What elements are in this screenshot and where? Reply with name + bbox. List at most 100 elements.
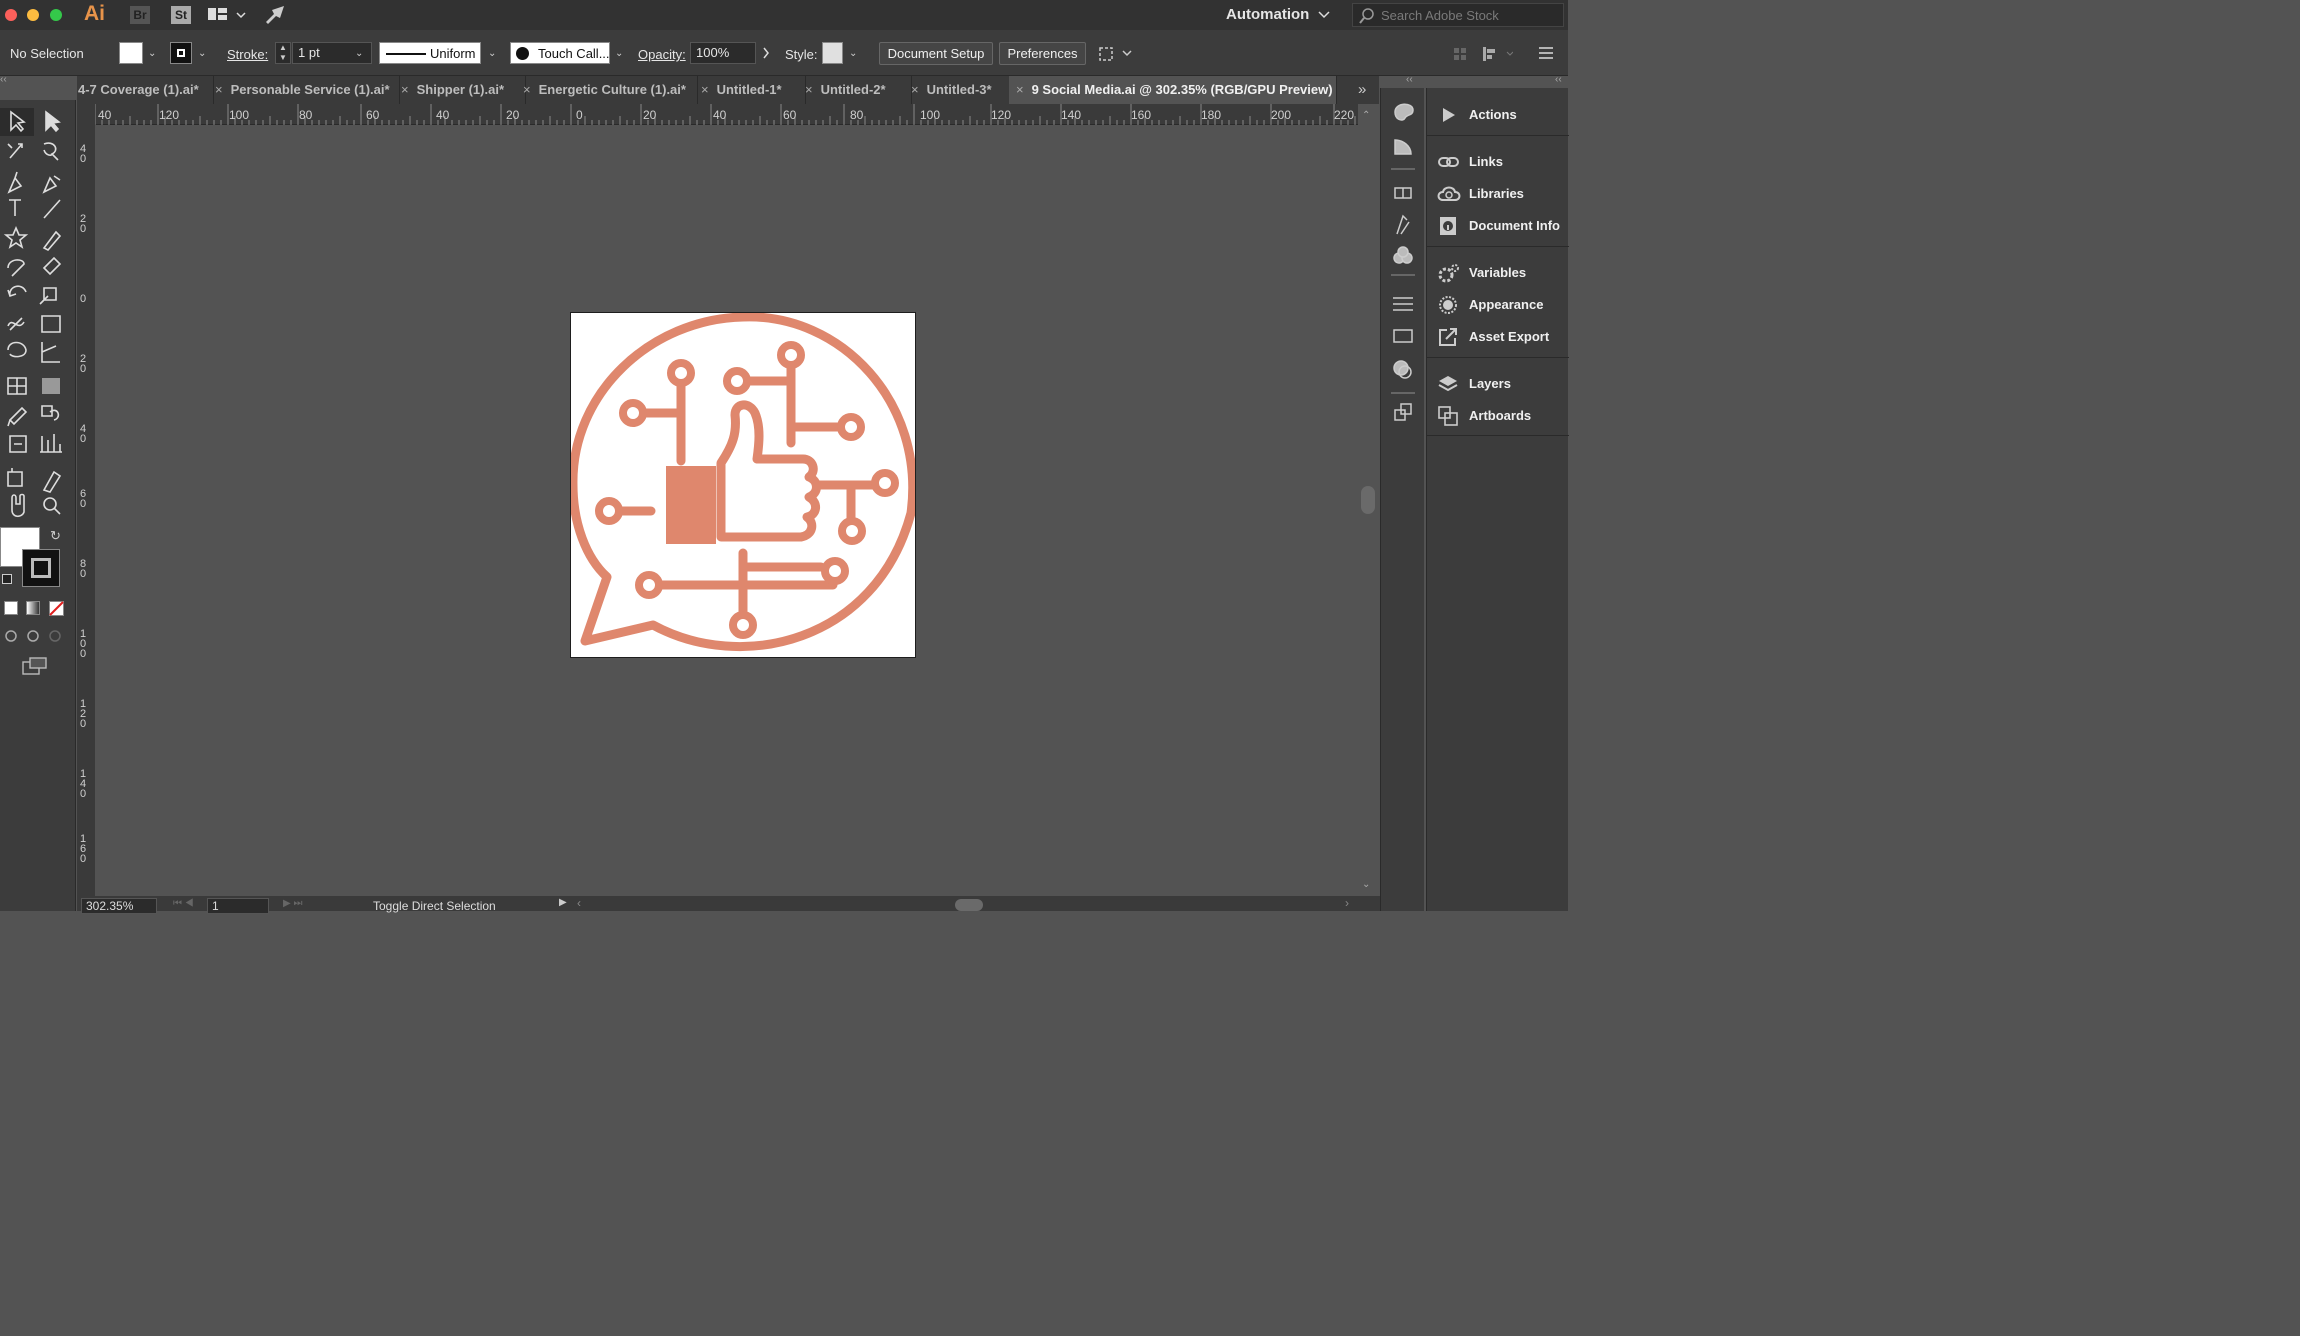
draw-mode-icons[interactable] xyxy=(5,629,65,643)
tab-document[interactable]: × Personable Service (1).ai* xyxy=(213,76,400,104)
chevron-down-icon[interactable]: ⌄ xyxy=(148,48,156,59)
maximize-window-button[interactable] xyxy=(50,9,62,21)
horizontal-ruler: 40 120 100 80 60 40 20 0 20 40 60 80 100 120 140 160 180… xyxy=(95,104,1358,125)
brush-dot-icon xyxy=(516,47,529,60)
close-tab-icon[interactable]: × xyxy=(523,82,531,97)
close-tab-icon[interactable]: × xyxy=(401,82,409,97)
scroll-left-icon[interactable]: ‹ xyxy=(577,896,581,910)
close-window-button[interactable] xyxy=(5,9,17,21)
panel-document-info[interactable]: Document Info xyxy=(1427,210,1569,242)
scroll-up-icon[interactable]: ⌃ xyxy=(1362,110,1370,121)
ruler-tick-label: 200 xyxy=(1271,108,1292,122)
arrange-documents-icon[interactable] xyxy=(208,7,248,23)
collapse-toolbar-icon[interactable]: ‹‹ xyxy=(0,74,7,85)
status-text[interactable]: Toggle Direct Selection xyxy=(373,899,496,913)
artboard-nav-first-prev-icon[interactable]: ⏮ ◀ xyxy=(173,898,194,909)
chevron-down-icon[interactable]: ⌄ xyxy=(849,48,857,59)
workspace-switcher[interactable]: Automation xyxy=(1226,6,1309,23)
tab-document-active[interactable]: × 9 Social Media.ai @ 302.35% (RGB/GPU Pr… xyxy=(1009,76,1337,104)
profile-label: Uniform xyxy=(430,46,476,61)
opacity-label[interactable]: Opacity: xyxy=(638,47,686,62)
ruler-tick-label: 40 xyxy=(80,423,87,445)
close-tab-icon[interactable]: × xyxy=(215,82,223,97)
gradient-mode-icon[interactable] xyxy=(26,601,40,615)
document-tabs: 4-7 Coverage (1).ai* × Personable Service… xyxy=(77,76,1379,104)
panel-icon-strip xyxy=(1380,88,1424,911)
panel-actions[interactable]: Actions xyxy=(1427,99,1569,131)
ruler-tick-label: 120 xyxy=(159,108,180,122)
panel-libraries[interactable]: Libraries xyxy=(1427,178,1569,210)
brush-definition[interactable]: Touch Call... xyxy=(510,42,610,64)
default-colors-icon[interactable] xyxy=(2,574,12,584)
stock-button[interactable]: St xyxy=(171,6,191,24)
swap-colors-icon[interactable]: ↻ xyxy=(50,528,61,544)
control-bar-menu-icon[interactable] xyxy=(1538,46,1554,60)
stroke-swatch[interactable] xyxy=(170,42,192,64)
tab-document[interactable]: × Energetic Culture (1).ai* xyxy=(521,76,698,104)
chevron-down-icon[interactable]: ⌄ xyxy=(488,48,496,59)
document-setup-button[interactable]: Document Setup xyxy=(879,42,993,65)
fill-swatch[interactable] xyxy=(119,42,143,64)
color-mode-icon[interactable] xyxy=(4,601,18,615)
vertical-scrollbar[interactable]: ⌃ ⌄ xyxy=(1358,104,1380,896)
panel-variables[interactable]: Variables xyxy=(1427,257,1569,289)
social-media-thumbs-up-icon[interactable] xyxy=(568,312,918,657)
artboard-nav-next-last-icon[interactable]: ▶ ⏭ xyxy=(283,898,302,909)
chevron-down-icon[interactable]: ⌄ xyxy=(198,48,206,59)
ruler-origin[interactable] xyxy=(77,104,95,125)
close-tab-icon[interactable]: × xyxy=(701,82,709,97)
minimize-window-button[interactable] xyxy=(27,9,39,21)
tab-document[interactable]: × Untitled-3* xyxy=(905,76,1016,104)
stock-search-input[interactable]: Search Adobe Stock xyxy=(1352,3,1564,27)
tab-label: Untitled-2* xyxy=(820,82,886,97)
close-tab-icon[interactable]: × xyxy=(911,82,919,97)
panel-asset-export[interactable]: Asset Export xyxy=(1427,321,1569,353)
status-menu-icon[interactable]: ▶ xyxy=(559,897,567,908)
variable-width-profile[interactable]: Uniform xyxy=(379,42,481,64)
tab-document[interactable]: × Shipper (1).ai* xyxy=(397,76,526,104)
ruler-tick-label: 100 xyxy=(229,108,250,122)
align-icon[interactable] xyxy=(1453,45,1513,63)
layers-icon xyxy=(1437,373,1459,395)
panel-links[interactable]: Links xyxy=(1427,146,1569,178)
bridge-button[interactable]: Br xyxy=(130,6,150,24)
stroke-stepper[interactable]: ▲ ▼ xyxy=(275,42,291,64)
status-bar: 302.35% ⏮ ◀ 1 ▶ ⏭ Toggle Direct Selectio… xyxy=(77,896,1380,914)
zoom-field[interactable]: 302.35% xyxy=(81,898,157,914)
chevron-down-icon[interactable] xyxy=(1318,10,1330,20)
graphic-style-swatch[interactable] xyxy=(822,42,843,64)
artboard-number-field[interactable]: 1 xyxy=(207,898,269,914)
chevron-down-icon[interactable]: ⌄ xyxy=(615,48,623,59)
collapse-iconstrip-icon[interactable]: ‹‹ xyxy=(1406,74,1413,85)
close-tab-icon[interactable]: × xyxy=(805,82,813,97)
app-logo: Ai xyxy=(84,2,105,25)
tab-label: Shipper (1).ai* xyxy=(416,82,505,97)
ruler-tick-label: 80 xyxy=(299,108,313,122)
panel-artboards[interactable]: Artboards xyxy=(1427,400,1569,432)
opacity-field[interactable]: 100% xyxy=(690,42,756,64)
scroll-thumb[interactable] xyxy=(1361,486,1375,514)
horizontal-scroll-thumb[interactable] xyxy=(955,899,983,911)
chevron-down-icon[interactable]: ⌄ xyxy=(355,48,363,59)
gpu-performance-icon[interactable] xyxy=(264,4,288,26)
none-mode-icon[interactable] xyxy=(49,601,64,616)
tab-document[interactable]: × Untitled-2* xyxy=(799,76,912,104)
ruler-tick-label: 40 xyxy=(713,108,727,122)
tab-document[interactable]: × Untitled-1* xyxy=(695,76,806,104)
scroll-right-icon[interactable]: › xyxy=(1345,896,1349,910)
stroke-color-swatch[interactable] xyxy=(22,549,60,587)
tab-document[interactable]: 4-7 Coverage (1).ai* xyxy=(77,76,214,104)
ruler-tick-label: 120 xyxy=(80,698,87,730)
more-tabs-icon[interactable]: » xyxy=(1358,81,1366,98)
close-tab-icon[interactable]: × xyxy=(1016,82,1024,97)
panel-appearance[interactable]: Appearance xyxy=(1427,289,1569,321)
chevron-right-icon[interactable] xyxy=(762,47,770,59)
select-similar-icon[interactable] xyxy=(1097,45,1133,63)
stroke-label[interactable]: Stroke: xyxy=(227,47,268,62)
panel-layers[interactable]: Layers xyxy=(1427,368,1569,400)
artboard[interactable] xyxy=(568,312,918,658)
scroll-down-icon[interactable]: ⌄ xyxy=(1362,879,1370,890)
screen-mode-icon[interactable] xyxy=(22,657,48,675)
collapse-panel-icon[interactable]: ‹‹ xyxy=(1555,74,1562,85)
preferences-button[interactable]: Preferences xyxy=(999,42,1086,65)
